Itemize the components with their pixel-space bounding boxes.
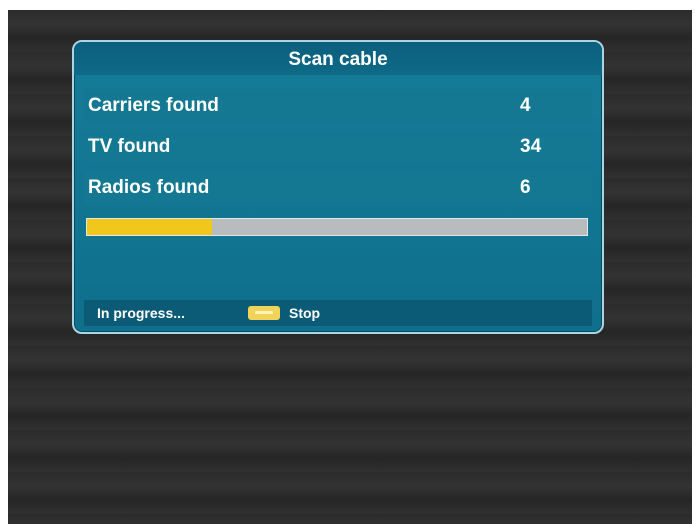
radios-found-label: Radios found (88, 177, 210, 198)
carriers-found-row: Carriers found 4 (84, 89, 592, 123)
carriers-found-value: 4 (520, 95, 531, 116)
scan-progress-fill (87, 219, 212, 235)
tv-found-value: 34 (520, 136, 542, 157)
radios-found-value: 6 (520, 177, 531, 198)
dialog-title: Scan cable (74, 42, 602, 75)
scan-progress-bar (86, 218, 588, 236)
tv-found-row: TV found 34 (84, 130, 592, 164)
tv-found-label: TV found (88, 136, 171, 157)
scan-cable-dialog: Scan cable Carriers found 4 TV found 34 … (72, 40, 604, 334)
yellow-key-icon[interactable] (248, 306, 280, 320)
dialog-footer: In progress... Stop (84, 300, 592, 326)
stop-button[interactable]: Stop (289, 300, 320, 326)
scan-status-text: In progress... (97, 305, 185, 321)
radios-found-row: Radios found 6 (84, 171, 592, 205)
tv-screen: Scan cable Carriers found 4 TV found 34 … (8, 10, 692, 524)
carriers-found-label: Carriers found (88, 95, 219, 116)
